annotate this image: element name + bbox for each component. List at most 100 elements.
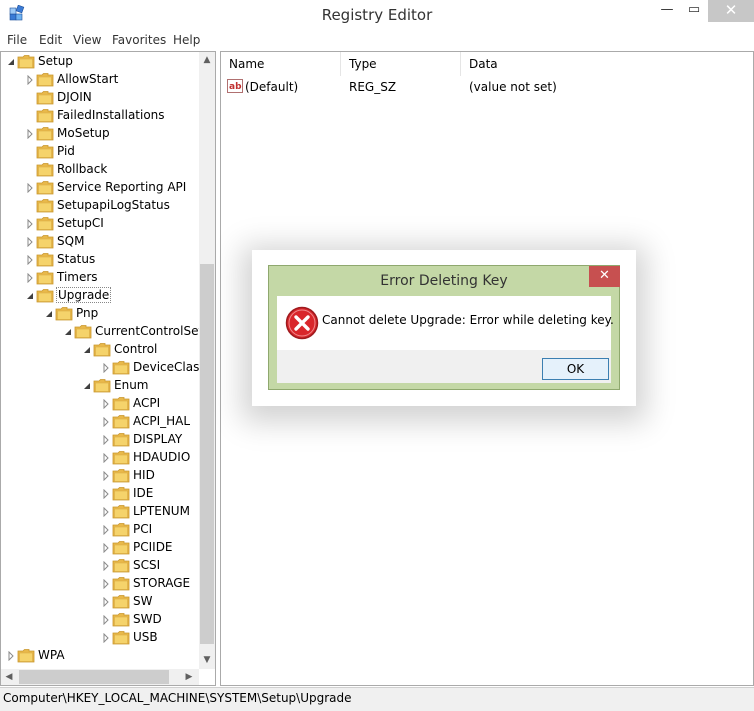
- expand-arrow-icon[interactable]: [102, 615, 110, 625]
- folder-icon: [112, 595, 130, 609]
- tree-vertical-scrollbar[interactable]: ▲ ▼: [199, 52, 215, 669]
- tree-item-label: USB: [133, 630, 158, 644]
- tree-item-label: Pid: [57, 144, 75, 158]
- expand-arrow-icon[interactable]: [26, 237, 34, 247]
- menu-help[interactable]: Help: [173, 33, 200, 47]
- expand-arrow-icon[interactable]: [102, 363, 110, 373]
- dialog-close-button[interactable]: ✕: [589, 266, 620, 287]
- folder-icon: [112, 577, 130, 591]
- minimize-button[interactable]: —: [658, 0, 676, 22]
- expand-arrow-icon[interactable]: [102, 543, 110, 553]
- expand-arrow-icon[interactable]: [26, 75, 34, 85]
- menu-file[interactable]: File: [7, 33, 27, 47]
- expand-arrow-icon[interactable]: [26, 273, 34, 283]
- folder-icon: [36, 145, 54, 159]
- tree-item-label: STORAGE: [133, 576, 191, 590]
- scroll-down-arrow-icon[interactable]: ▼: [199, 652, 215, 668]
- expand-arrow-icon[interactable]: [26, 129, 34, 139]
- folder-icon: [36, 271, 54, 285]
- folder-icon: [112, 523, 130, 537]
- tree-item-label: Pnp: [76, 306, 99, 320]
- scrollbar-thumb[interactable]: [19, 670, 169, 684]
- expand-arrow-icon[interactable]: [26, 255, 34, 265]
- no-expander-icon: [26, 165, 34, 175]
- value-data: (value not set): [469, 80, 557, 94]
- collapse-arrow-icon[interactable]: [45, 309, 53, 319]
- collapse-arrow-icon[interactable]: [64, 327, 72, 337]
- close-button[interactable]: ✕: [708, 0, 754, 22]
- expand-arrow-icon[interactable]: [102, 579, 110, 589]
- menu-edit[interactable]: Edit: [39, 33, 62, 47]
- expand-arrow-icon[interactable]: [102, 561, 110, 571]
- expand-arrow-icon[interactable]: [102, 453, 110, 463]
- expand-arrow-icon[interactable]: [102, 471, 110, 481]
- tree-item-label: SQM: [57, 234, 85, 248]
- no-expander-icon: [26, 93, 34, 103]
- collapse-arrow-icon[interactable]: [7, 57, 15, 67]
- expand-arrow-icon[interactable]: [26, 219, 34, 229]
- collapse-arrow-icon[interactable]: [83, 381, 91, 391]
- svg-text:ab: ab: [229, 82, 242, 92]
- expand-arrow-icon[interactable]: [102, 525, 110, 535]
- scroll-up-arrow-icon[interactable]: ▲: [199, 52, 215, 68]
- value-row[interactable]: ab (Default) REG_SZ (value not set): [221, 78, 753, 96]
- tree-item-label: CurrentControlSet: [95, 324, 204, 338]
- column-header-type[interactable]: Type: [341, 52, 461, 76]
- tree-item-label: Enum: [114, 378, 149, 392]
- folder-icon: [36, 235, 54, 249]
- folder-icon: [112, 415, 130, 429]
- tree-item-label: Control: [114, 342, 158, 356]
- tree-item-label: ACPI: [133, 396, 161, 410]
- tree-item-label: WPA: [38, 648, 65, 662]
- ok-button[interactable]: OK: [542, 358, 609, 380]
- key-tree-pane[interactable]: Setup AllowStart DJOIN FailedInstallations M…: [0, 51, 216, 686]
- no-expander-icon: [26, 147, 34, 157]
- folder-icon: [112, 631, 130, 645]
- folder-icon: [36, 73, 54, 87]
- tree-item-label: ACPI_HAL: [133, 414, 191, 428]
- folder-icon: [36, 253, 54, 267]
- value-name: (Default): [245, 80, 299, 94]
- expand-arrow-icon[interactable]: [26, 183, 34, 193]
- value-type: REG_SZ: [349, 80, 397, 94]
- tree-item-label: PCI: [133, 522, 153, 536]
- menu-bar: File Edit View Favorites Help: [0, 30, 754, 50]
- tree-item-label: PCIIDE: [133, 540, 173, 554]
- tree-item-label: LPTENUM: [133, 504, 190, 518]
- menu-favorites[interactable]: Favorites: [112, 33, 166, 47]
- scroll-left-arrow-icon[interactable]: ◀: [1, 669, 17, 685]
- maximize-button[interactable]: ▭: [684, 0, 704, 22]
- expand-arrow-icon[interactable]: [102, 597, 110, 607]
- expand-arrow-icon[interactable]: [102, 417, 110, 427]
- folder-icon: [112, 397, 130, 411]
- expand-arrow-icon[interactable]: [102, 489, 110, 499]
- expand-arrow-icon[interactable]: [102, 435, 110, 445]
- expand-arrow-icon[interactable]: [102, 633, 110, 643]
- dialog-message: Cannot delete Upgrade: Error while delet…: [322, 313, 614, 327]
- folder-icon: [112, 559, 130, 573]
- collapse-arrow-icon[interactable]: [83, 345, 91, 355]
- tree-item-label: DJOIN: [57, 90, 92, 104]
- expand-arrow-icon[interactable]: [102, 399, 110, 409]
- tree-item-label: SW: [133, 594, 153, 608]
- folder-icon: [36, 289, 54, 303]
- tree-item-label: HID: [133, 468, 155, 482]
- folder-icon: [17, 55, 35, 69]
- column-header-data[interactable]: Data: [461, 52, 753, 76]
- tree-item-label: SetupCI: [57, 216, 104, 230]
- scrollbar-thumb[interactable]: [200, 264, 214, 644]
- expand-arrow-icon[interactable]: [7, 651, 15, 661]
- collapse-arrow-icon[interactable]: [26, 291, 34, 301]
- folder-icon: [93, 379, 111, 393]
- error-icon: [285, 306, 319, 340]
- expand-arrow-icon[interactable]: [102, 507, 110, 517]
- folder-icon: [36, 109, 54, 123]
- tree-horizontal-scrollbar[interactable]: ◀ ▶: [1, 669, 199, 685]
- status-bar: Computer\HKEY_LOCAL_MACHINE\SYSTEM\Setup…: [0, 687, 754, 711]
- tree-item-label: SWD: [133, 612, 162, 626]
- column-header-name[interactable]: Name: [221, 52, 341, 76]
- folder-icon: [112, 505, 130, 519]
- menu-view[interactable]: View: [73, 33, 101, 47]
- scroll-right-arrow-icon[interactable]: ▶: [181, 669, 197, 685]
- folder-icon: [36, 127, 54, 141]
